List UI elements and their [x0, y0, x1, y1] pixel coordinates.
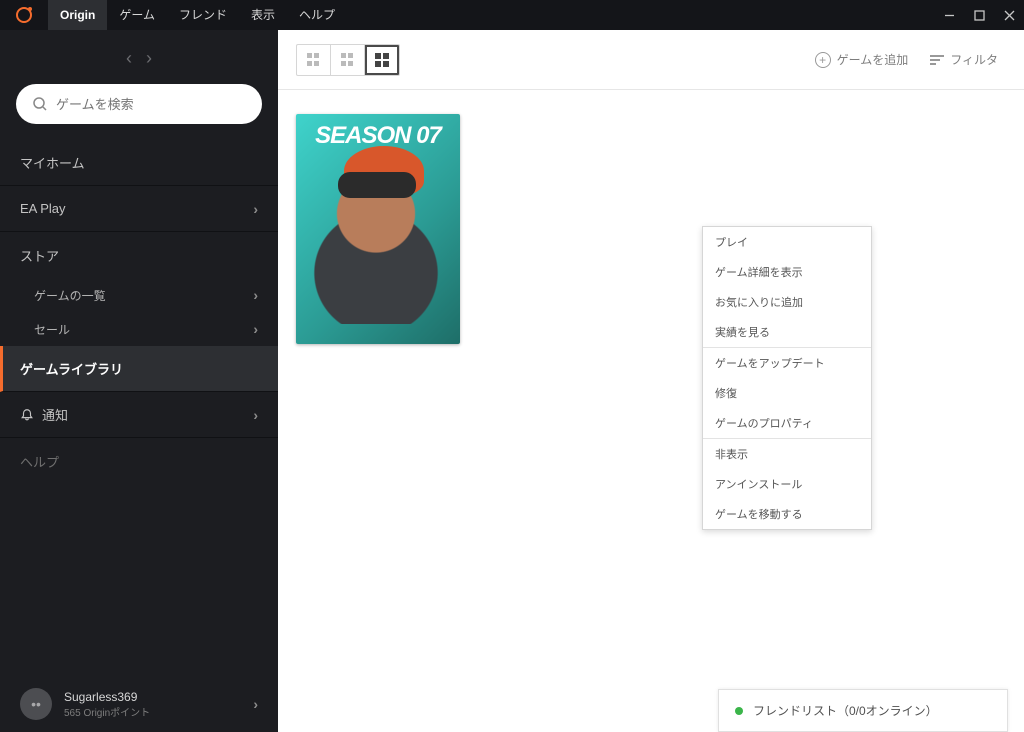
ctx-move-game[interactable]: ゲームを移動する [703, 499, 871, 529]
view-large-grid[interactable] [365, 45, 399, 75]
sidebar-item-my-home[interactable]: マイホーム [0, 140, 278, 186]
menu-view[interactable]: 表示 [239, 0, 287, 30]
maximize-icon[interactable] [964, 0, 994, 30]
user-name: Sugarless369 [64, 690, 150, 704]
close-icon[interactable] [994, 0, 1024, 30]
bell-icon [20, 408, 34, 422]
sidebar-item-notifications[interactable]: 通知 › [0, 392, 278, 438]
friends-list-popup[interactable]: フレンドリスト（0/0オンライン） [718, 689, 1008, 732]
sidebar-item-ea-play[interactable]: EA Play › [0, 186, 278, 232]
ctx-add-favorite[interactable]: お気に入りに追加 [703, 287, 871, 317]
ctx-uninstall[interactable]: アンインストール [703, 469, 871, 499]
titlebar: Origin ゲーム フレンド 表示 ヘルプ [0, 0, 1024, 30]
online-status-icon [735, 707, 743, 715]
user-points: 565 Originポイント [64, 704, 150, 719]
menu-friends[interactable]: フレンド [167, 0, 239, 30]
ctx-properties[interactable]: ゲームのプロパティ [703, 408, 871, 438]
search-input[interactable] [16, 84, 262, 124]
origin-logo-icon [0, 7, 48, 23]
sidebar-item-label: ストア [20, 246, 59, 265]
menu-games[interactable]: ゲーム [107, 0, 167, 30]
sidebar-item-label: ゲームライブラリ [20, 359, 123, 378]
nav-back-icon[interactable]: ‹ [126, 48, 132, 69]
menu-origin[interactable]: Origin [48, 0, 107, 30]
user-profile[interactable]: •• Sugarless369 565 Originポイント › [0, 676, 278, 732]
ctx-view-achievements[interactable]: 実績を見る [703, 317, 871, 347]
chevron-right-icon: › [253, 287, 258, 303]
sidebar-item-label: ヘルプ [20, 452, 59, 471]
sidebar-sub-sale[interactable]: セール › [0, 312, 278, 346]
add-game-button[interactable]: + ゲームを追加 [801, 51, 923, 68]
friends-list-label: フレンドリスト（0/0オンライン） [753, 702, 938, 719]
chevron-right-icon: › [253, 201, 258, 217]
context-menu: プレイ ゲーム詳細を表示 お気に入りに追加 実績を見る ゲームをアップデート 修… [702, 226, 872, 530]
chevron-right-icon: › [253, 321, 258, 337]
filter-button[interactable]: フィルタ [922, 51, 1006, 68]
search-icon [32, 96, 48, 112]
ctx-show-details[interactable]: ゲーム詳細を表示 [703, 257, 871, 287]
add-game-label: ゲームを追加 [837, 51, 909, 68]
view-medium-grid[interactable] [331, 45, 365, 75]
chevron-right-icon: › [253, 407, 258, 423]
avatar: •• [20, 688, 52, 720]
filter-icon [930, 53, 944, 67]
content-area: + ゲームを追加 フィルタ SEASON 07 プレイ ゲーム詳細を表示 お気に… [278, 30, 1024, 732]
nav-forward-icon[interactable]: › [146, 48, 152, 69]
sidebar-item-game-library[interactable]: ゲームライブラリ [0, 346, 278, 392]
ctx-update-game[interactable]: ゲームをアップデート [703, 348, 871, 378]
sidebar: ‹ › マイホーム EA Play › ストア ゲームの一覧 › セール [0, 30, 278, 732]
sidebar-item-label: セール [34, 321, 70, 338]
game-tile[interactable]: SEASON 07 [296, 114, 460, 344]
menu-help[interactable]: ヘルプ [287, 0, 347, 30]
sidebar-item-label: 通知 [42, 405, 68, 424]
ctx-play[interactable]: プレイ [703, 227, 871, 257]
plus-circle-icon: + [815, 52, 831, 68]
ctx-repair[interactable]: 修復 [703, 378, 871, 408]
game-tile-overlay-text: SEASON 07 [296, 122, 460, 150]
toolbar: + ゲームを追加 フィルタ [278, 30, 1024, 90]
ctx-hide[interactable]: 非表示 [703, 439, 871, 469]
sidebar-item-label: ゲームの一覧 [34, 287, 106, 304]
view-small-grid[interactable] [297, 45, 331, 75]
chevron-right-icon: › [253, 696, 258, 712]
sidebar-item-label: マイホーム [20, 153, 85, 172]
sidebar-item-help[interactable]: ヘルプ [0, 438, 278, 484]
minimize-icon[interactable] [934, 0, 964, 30]
sidebar-item-store[interactable]: ストア [0, 232, 278, 278]
filter-label: フィルタ [950, 51, 998, 68]
view-mode-toggle [296, 44, 400, 76]
sidebar-sub-game-list[interactable]: ゲームの一覧 › [0, 278, 278, 312]
sidebar-item-label: EA Play [20, 201, 66, 216]
